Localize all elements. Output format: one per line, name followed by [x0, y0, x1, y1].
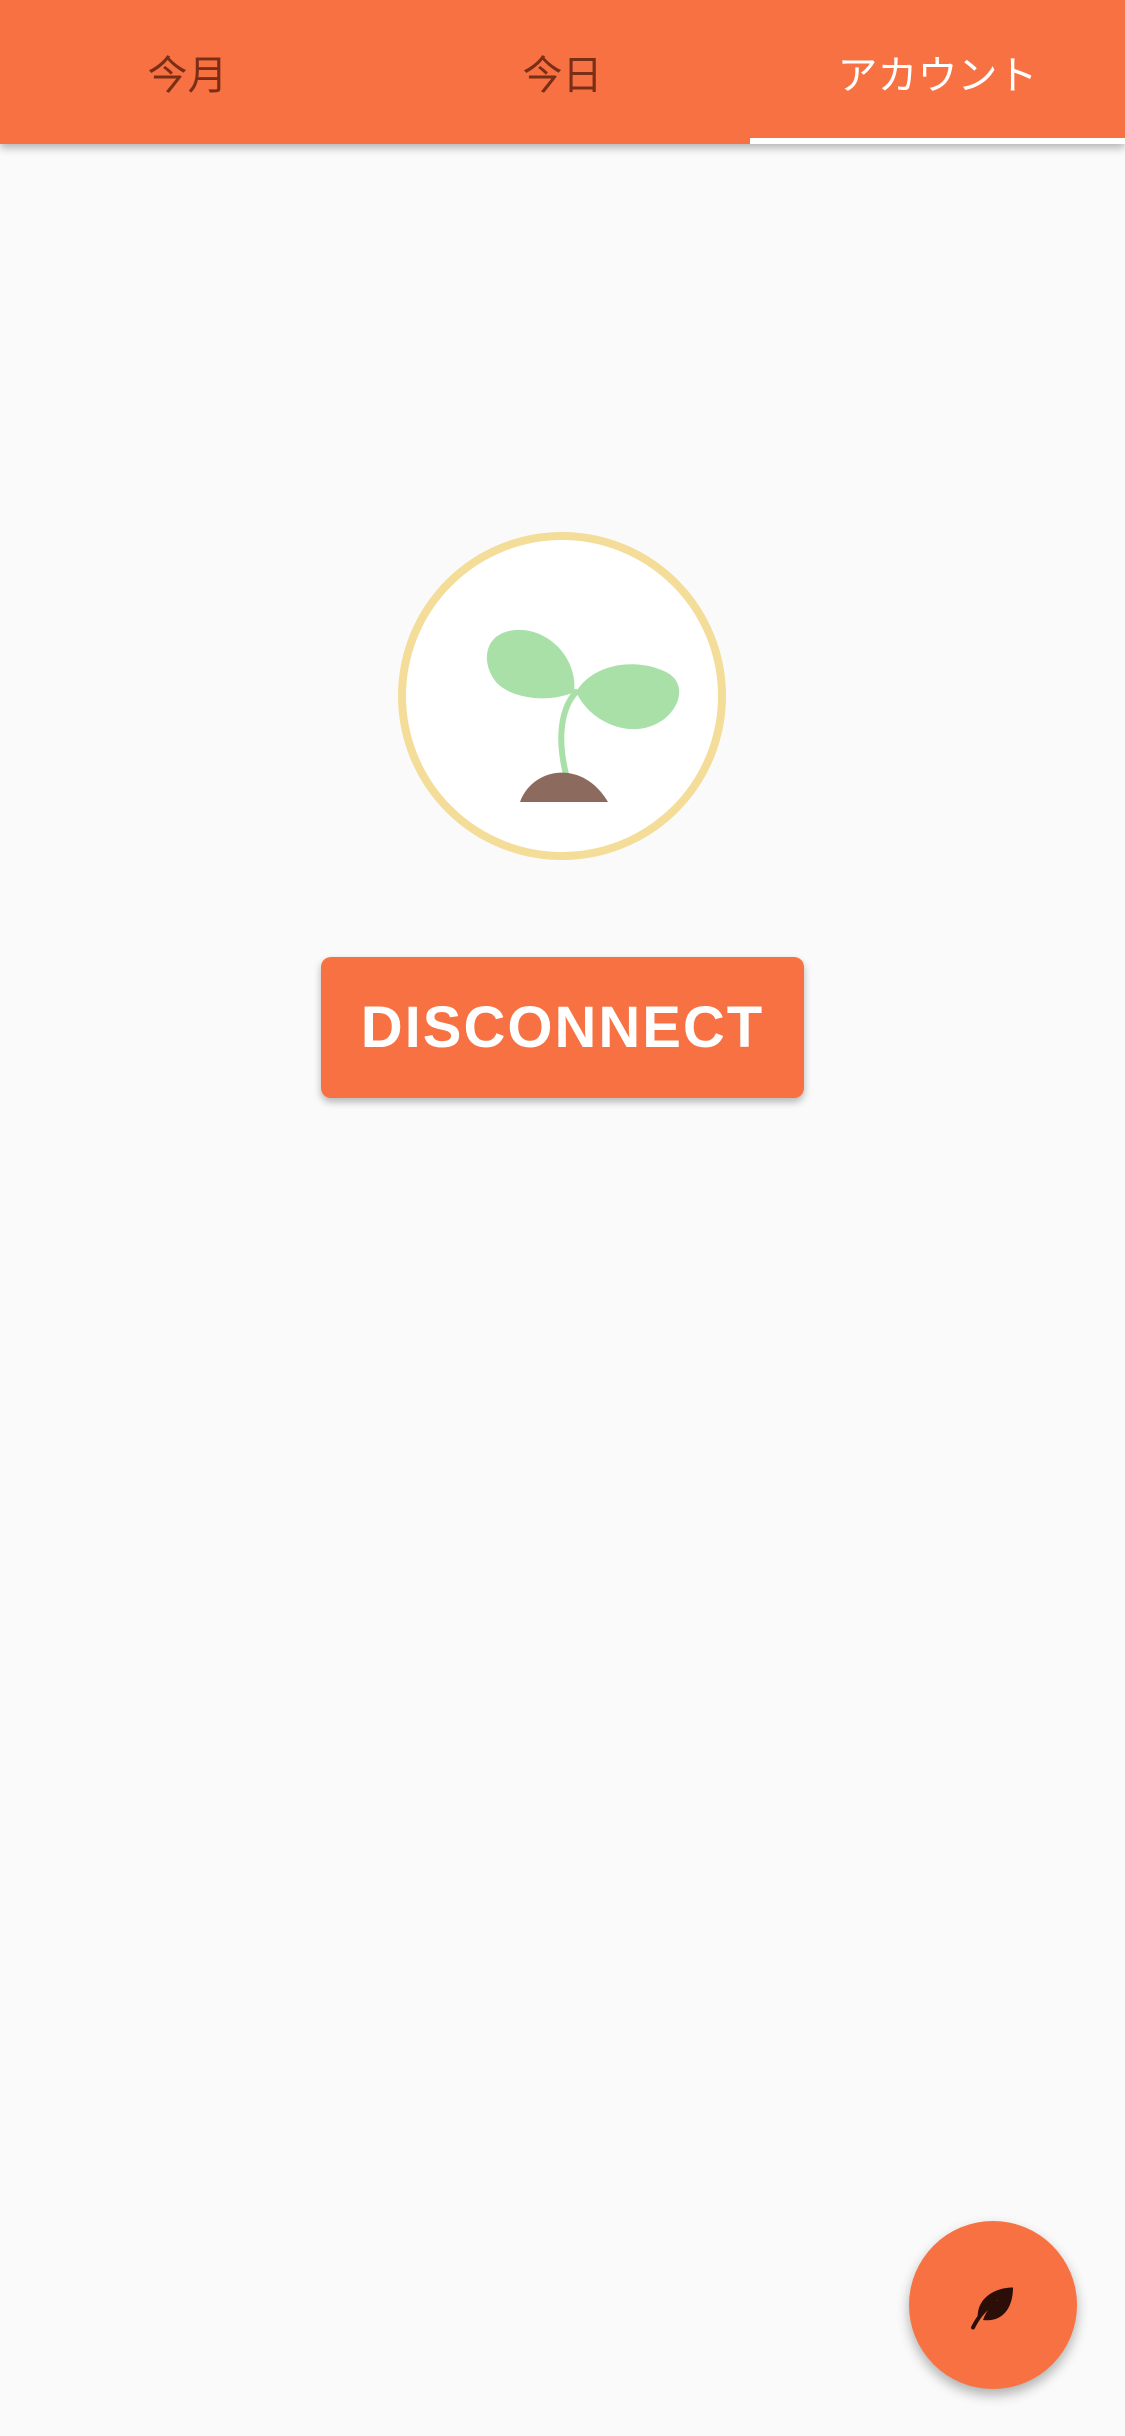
tab-bar: 今月 今日 アカウント — [0, 0, 1125, 144]
avatar — [398, 532, 726, 860]
leaf-fab[interactable] — [909, 2221, 1077, 2389]
tab-this-month[interactable]: 今月 — [0, 0, 375, 144]
tab-today[interactable]: 今日 — [375, 0, 750, 144]
sprout-icon — [486, 629, 680, 802]
leaf-icon — [971, 2287, 1013, 2330]
disconnect-button[interactable]: DISCONNECT — [321, 957, 804, 1098]
tab-account[interactable]: アカウント — [750, 0, 1125, 144]
